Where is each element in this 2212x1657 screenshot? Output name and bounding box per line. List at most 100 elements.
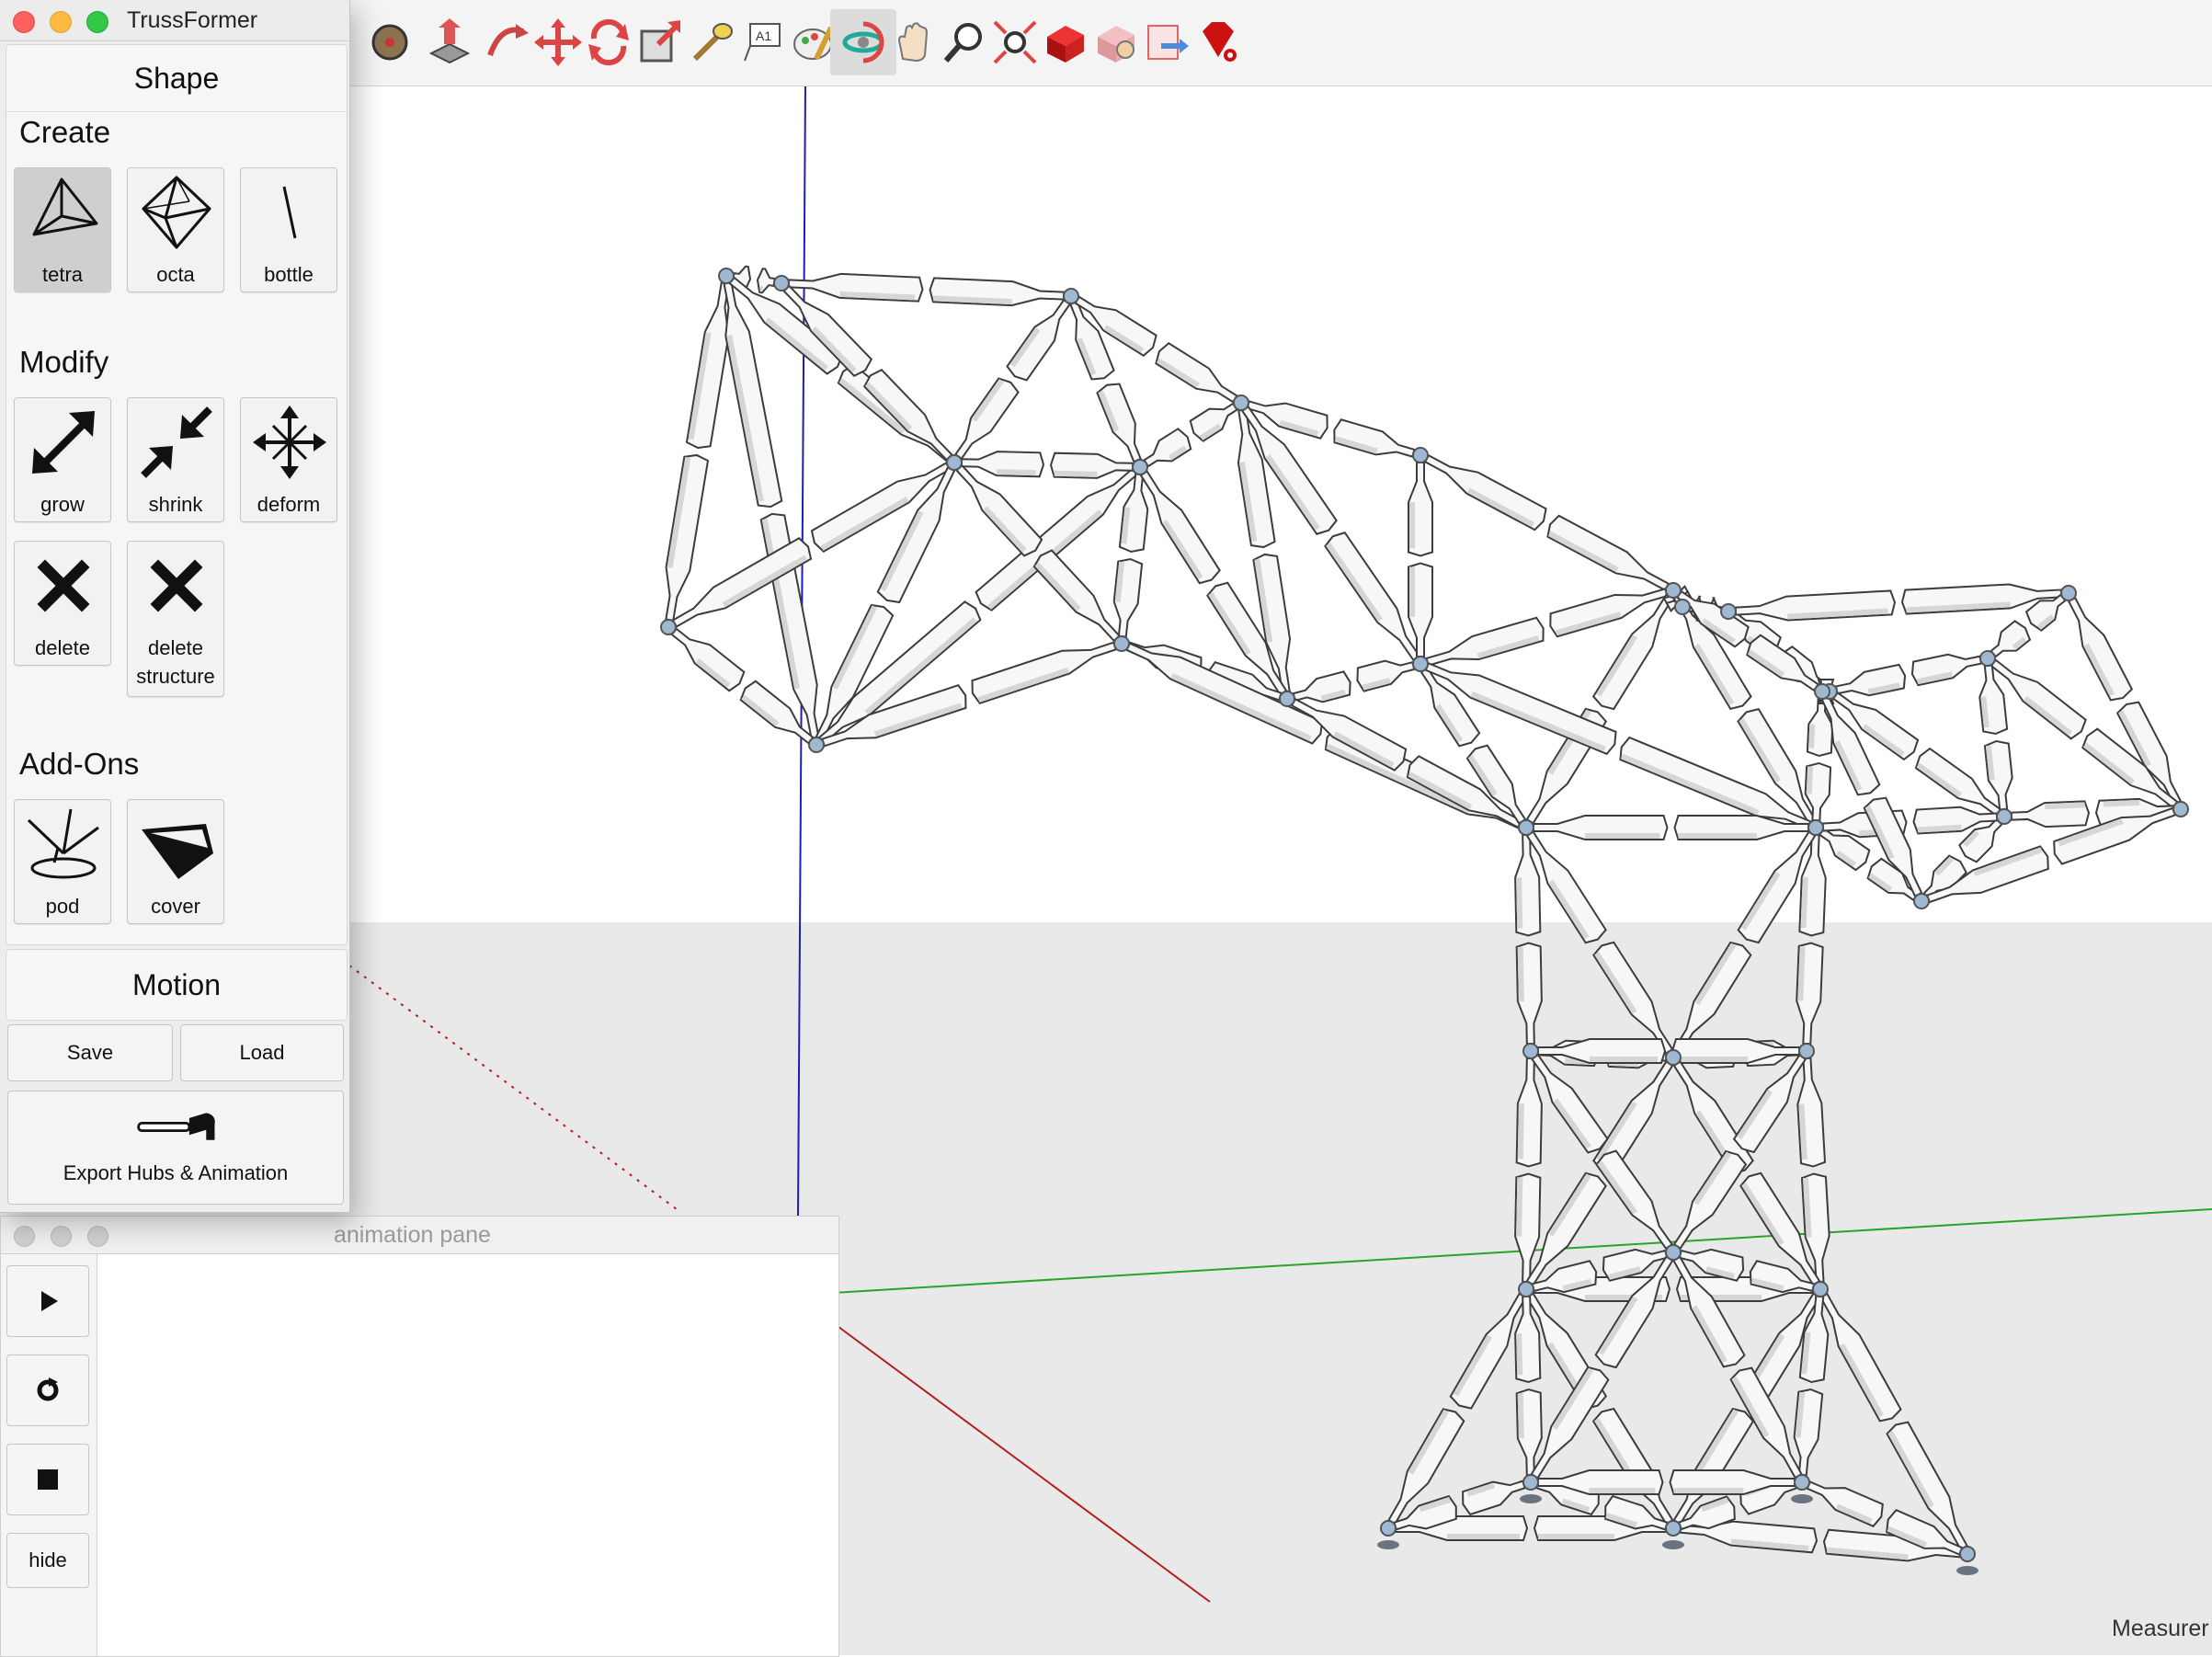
- hide-button[interactable]: hide: [6, 1533, 89, 1588]
- octa-label: octa: [156, 263, 195, 286]
- delete-structure-label: delete structure: [136, 636, 215, 688]
- close-window-button[interactable]: [13, 11, 35, 33]
- truss-hub: [1279, 691, 1295, 707]
- truss-hub: [1063, 288, 1079, 304]
- truss-hub: [1518, 1281, 1534, 1297]
- truss-hub: [946, 454, 963, 471]
- delete-structure-button[interactable]: delete structure: [127, 541, 224, 697]
- loop-icon: [37, 1377, 59, 1401]
- motion-panel-header[interactable]: Motion: [6, 950, 347, 1020]
- ruby-console-icon: [1203, 22, 1237, 62]
- stop-button[interactable]: [6, 1444, 89, 1515]
- truss-hub: [773, 275, 790, 291]
- shape-panel: Shape Create tetra octa bottle Modify gr…: [6, 44, 348, 945]
- truss-hub: [1798, 1043, 1815, 1059]
- grow-button[interactable]: grow: [14, 397, 111, 522]
- truss-edge: [1834, 653, 1983, 697]
- animation-pane-titlebar[interactable]: animation pane: [1, 1217, 838, 1254]
- addons-group-title: Add-Ons: [19, 747, 140, 781]
- pod-button[interactable]: pod: [14, 799, 111, 924]
- loop-button[interactable]: [6, 1354, 89, 1426]
- animation-pane-title: animation pane: [334, 1222, 491, 1248]
- truss-hub: [1412, 656, 1429, 672]
- shrink-label: shrink: [148, 493, 203, 516]
- truss-edge: [1978, 664, 2013, 811]
- save-button[interactable]: Save: [7, 1024, 173, 1081]
- delete-button[interactable]: delete: [14, 541, 111, 666]
- stop-icon: [38, 1469, 58, 1490]
- cover-icon: [142, 824, 213, 879]
- trussformer-titlebar[interactable]: TrussFormer: [0, 0, 349, 41]
- minimize-window-button[interactable]: [51, 1226, 72, 1247]
- load-button[interactable]: Load: [180, 1024, 344, 1081]
- bottle-icon: [282, 186, 297, 239]
- play-button[interactable]: [6, 1265, 89, 1337]
- truss-hub: [1720, 603, 1737, 620]
- truss-hub: [1522, 1474, 1539, 1491]
- truss-edge: [1112, 473, 1149, 638]
- tape-measure-icon: [371, 24, 408, 61]
- truss-hub: [1913, 893, 1930, 909]
- modify-group-title: Modify: [19, 345, 109, 379]
- truss-edge: [1533, 815, 1809, 840]
- truss-hub: [1132, 459, 1148, 475]
- truss-edge: [1672, 830, 1817, 1055]
- bottle-button[interactable]: bottle: [240, 167, 337, 292]
- truss-hub: [1233, 394, 1249, 411]
- truss-foot: [1956, 1566, 1978, 1575]
- status-bar-text: Measurer: [2112, 1616, 2209, 1641]
- truss-hub: [660, 619, 677, 635]
- shrink-button[interactable]: shrink: [127, 397, 224, 522]
- truss-hub: [1812, 1281, 1829, 1297]
- trussformer-window: TrussFormer Shape Create tetra octa bott…: [0, 0, 350, 1213]
- zoom-window-button[interactable]: [87, 1226, 108, 1247]
- tetrahedron-icon: [32, 177, 98, 236]
- scale-icon: [640, 20, 681, 63]
- deform-button[interactable]: deform: [240, 397, 337, 522]
- truss-hub: [1996, 808, 2012, 825]
- truss-edge: [1525, 830, 1674, 1055]
- cover-button[interactable]: cover: [127, 799, 224, 924]
- truss-hub: [1665, 1049, 1682, 1066]
- ruby-console-tool-button[interactable]: [1184, 9, 1250, 75]
- shape-panel-header[interactable]: Shape: [6, 45, 347, 112]
- octahedron-icon: [142, 176, 211, 249]
- create-group-title: Create: [19, 115, 111, 149]
- truss-foot: [1662, 1540, 1684, 1549]
- delete-structure-x-icon: [150, 559, 203, 612]
- red-axis-dotted: [348, 965, 681, 1213]
- tetra-button[interactable]: tetra: [14, 167, 111, 292]
- rotate-icon: [588, 18, 629, 66]
- truss-hub: [2060, 585, 2077, 601]
- svg-text:A1: A1: [756, 29, 771, 43]
- truss-hub: [1807, 819, 1824, 836]
- truss-hub: [718, 268, 735, 284]
- play-icon: [41, 1291, 58, 1311]
- truss-hub: [1665, 582, 1682, 599]
- text-icon: A1: [744, 23, 781, 62]
- truss-edge: [953, 298, 1072, 461]
- truss-hub: [1674, 599, 1691, 615]
- minimize-window-button[interactable]: [50, 11, 72, 33]
- export-button[interactable]: Export Hubs & Animation: [7, 1091, 344, 1205]
- tape-measure-tool-button[interactable]: [357, 9, 423, 75]
- octa-button[interactable]: octa: [127, 167, 224, 292]
- animation-controls: hide: [1, 1254, 97, 1656]
- truss-structure: [660, 265, 2189, 1575]
- main-toolbar: A1: [348, 0, 2212, 86]
- close-window-button[interactable]: [14, 1226, 35, 1247]
- truss-edge: [1408, 462, 1433, 657]
- cover-label: cover: [151, 895, 200, 918]
- zoom-window-button[interactable]: [86, 11, 108, 33]
- truss-edge: [1514, 833, 1543, 1046]
- animation-pane-window: animation pane hide: [0, 1216, 839, 1657]
- truss-edge: [1734, 583, 2063, 622]
- deform-label: deform: [257, 493, 321, 516]
- truss-hub: [1518, 819, 1534, 836]
- truss-hub: [1814, 683, 1830, 700]
- follow-me-icon: [487, 24, 529, 57]
- truss-foot: [1377, 1540, 1399, 1549]
- truss-edge: [1537, 1469, 1796, 1495]
- truss-hub: [1794, 1474, 1810, 1491]
- window-title: TrussFormer: [127, 7, 258, 33]
